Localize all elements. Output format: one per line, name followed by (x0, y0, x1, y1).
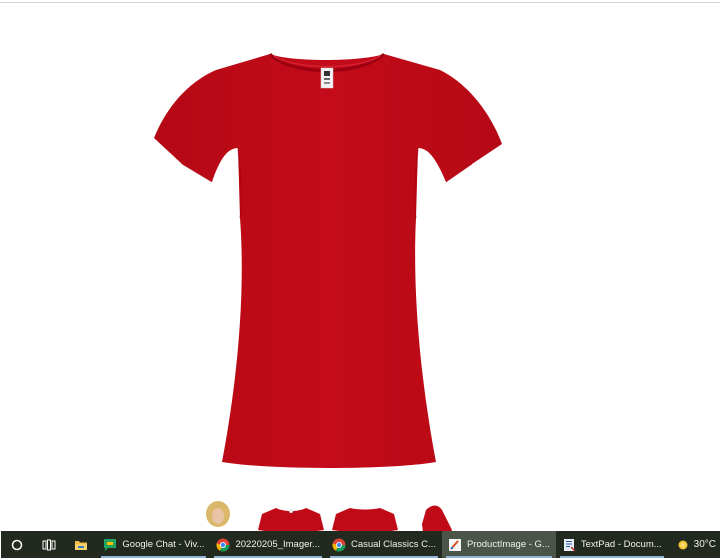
google-chat-icon (104, 538, 117, 551)
shirt-front-icon (258, 508, 324, 532)
taskbar-app-product-image[interactable]: ProductImage - G... (441, 531, 556, 558)
taskbar-app-textpad[interactable]: TextPad - Docum... (556, 531, 668, 558)
taskbar-app-label: ProductImage - G... (466, 539, 550, 550)
chrome-icon (216, 538, 230, 551)
taskbar-app-chrome-casual[interactable]: Casual Classics C... (326, 531, 442, 558)
taskbar: Google Chat - Viv... 20220205_Imager... (0, 531, 720, 558)
red-tshirt-image (154, 52, 502, 468)
thumbnail-back[interactable] (328, 500, 402, 532)
task-view-icon (42, 539, 56, 550)
taskbar-app-label: Casual Classics C... (350, 539, 436, 550)
taskbar-app-chrome-imager[interactable]: 20220205_Imager... (210, 531, 326, 558)
folder-icon (75, 540, 88, 550)
shirt-back-icon (332, 508, 398, 532)
taskbar-app-google-chat[interactable]: Google Chat - Viv... (97, 531, 210, 558)
sun-icon (678, 540, 688, 549)
top-divider (0, 2, 720, 3)
thumbnail-model[interactable] (196, 500, 240, 532)
thumbnail-front[interactable] (254, 500, 328, 532)
model-photo-icon (206, 501, 230, 532)
taskbar-app-label: Google Chat - Viv... (122, 539, 205, 550)
textpad-icon (563, 538, 576, 552)
weather-widget[interactable]: 30°C (668, 531, 720, 558)
taskbar-app-label: TextPad - Docum... (580, 539, 662, 550)
thumbnail-strip (190, 500, 480, 532)
product-main-image[interactable] (150, 48, 506, 472)
file-explorer-button[interactable] (65, 531, 97, 558)
paint-icon (448, 538, 461, 551)
task-view-button[interactable] (33, 531, 65, 558)
page: Google Chat - Viv... 20220205_Imager... (0, 0, 720, 558)
shirt-side-icon (422, 505, 452, 532)
chrome-icon (332, 538, 346, 551)
weather-temperature: 30°C (693, 539, 716, 550)
cortana-button[interactable] (1, 531, 33, 558)
search-circle-icon (12, 539, 23, 550)
taskbar-app-label: 20220205_Imager... (235, 539, 320, 550)
taskbar-bar: Google Chat - Viv... 20220205_Imager... (1, 531, 720, 558)
thumbnail-side[interactable] (418, 500, 468, 532)
